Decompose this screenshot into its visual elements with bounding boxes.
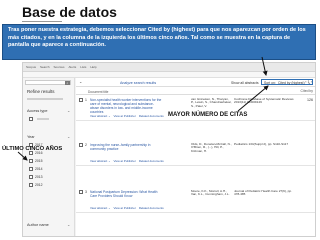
- view-abstract-link[interactable]: View abstract ⌄: [90, 159, 111, 163]
- nav-item[interactable]: Help: [90, 65, 96, 69]
- title-underline: [22, 21, 62, 22]
- year-label: 2015: [35, 159, 43, 163]
- pagination[interactable]: ‹ 1 ›: [305, 80, 312, 84]
- document-title-link[interactable]: Non-specialist health worker interventio…: [90, 98, 162, 114]
- year-option[interactable]: 2015: [29, 159, 43, 163]
- year-option[interactable]: 2014: [29, 167, 43, 171]
- year-option[interactable]: 2012: [29, 183, 43, 187]
- row-actions: View abstract ⌄ View at Publisher Relate…: [90, 159, 164, 163]
- source: Pediatrics 134(Suppl 2), pp. S110-S117: [234, 141, 289, 146]
- facet-access-type[interactable]: Access type: [27, 109, 47, 113]
- sort-label: Sort on:: [264, 80, 276, 85]
- select-all-dropdown[interactable]: ⌄: [79, 79, 82, 84]
- nav-item[interactable]: Lists: [80, 65, 86, 69]
- checkbox[interactable]: [29, 159, 33, 163]
- view-abstract-link[interactable]: View abstract ⌄: [90, 114, 111, 118]
- document-title-link[interactable]: National Postpartum Depression: What Hea…: [90, 190, 162, 198]
- checkbox[interactable]: [29, 175, 33, 179]
- authors[interactable]: Olds, D., Donelan-McCall, N., O'Brien, R…: [191, 142, 233, 155]
- document-title-link[interactable]: Improving the nurse–family partnership i…: [90, 143, 162, 151]
- view-abstract-link[interactable]: View abstract ⌄: [90, 206, 111, 210]
- facet-year[interactable]: Year: [27, 135, 35, 139]
- row-checkbox[interactable]: [79, 143, 83, 147]
- sort-value: Cited by (highest): [278, 80, 305, 85]
- year-option[interactable]: 2013: [29, 175, 43, 179]
- access-option[interactable]: [29, 117, 49, 121]
- related-documents-link[interactable]: Related documents: [139, 206, 164, 210]
- search-within-input[interactable]: ⌕: [25, 80, 71, 85]
- nav-item[interactable]: Alerts: [69, 65, 77, 69]
- chevron-down-icon[interactable]: ⌄: [67, 222, 70, 227]
- year-label: 2013: [35, 175, 43, 179]
- annotation-last-five-years: ÚLTIMO CINCO AÑOS: [2, 146, 63, 152]
- view-at-publisher-link[interactable]: View at Publisher: [114, 114, 136, 118]
- refine-buttons[interactable]: [27, 98, 63, 100]
- table-row: 3 National Postpartum Depression: What H…: [76, 188, 315, 213]
- nav-item[interactable]: Search: [40, 65, 50, 69]
- column-header: Document title Cited by: [76, 88, 315, 95]
- results-toolbar: ⌄ Analyze search results Show all abstra…: [76, 78, 315, 87]
- refine-label: Refine results: [27, 89, 55, 94]
- row-checkbox[interactable]: [79, 98, 83, 102]
- slide-title: Base de datos: [22, 4, 117, 20]
- authors[interactable]: Moore, K.K., Morrell, A.H., Van, K.L., C…: [191, 189, 233, 198]
- row-actions: View abstract ⌄ View at Publisher Relate…: [90, 114, 164, 118]
- row-checkbox[interactable]: [79, 190, 83, 194]
- document-title-column[interactable]: Document title: [88, 90, 108, 94]
- table-row: 2 Improving the nurse–family partnership…: [76, 141, 315, 166]
- row-actions: View abstract ⌄ View at Publisher Relate…: [90, 206, 164, 210]
- cited-count[interactable]: 126: [307, 98, 313, 102]
- scopus-screenshot: Scopus Search Sources Alerts Lists Help …: [22, 62, 316, 237]
- analyze-results-link[interactable]: Analyze search results: [120, 81, 156, 85]
- year-label: 2012: [35, 183, 43, 187]
- results-panel: ⌄ Analyze search results Show all abstra…: [76, 78, 315, 236]
- annotation-most-cited: MAYOR NÚMERO DE CITAS: [168, 112, 248, 118]
- checkbox[interactable]: [29, 167, 33, 171]
- refine-sidebar: ⌕ Refine results Access type ⌄ Year ⌄ 20…: [23, 78, 75, 236]
- related-documents-link[interactable]: Related documents: [139, 114, 164, 118]
- search-icon[interactable]: ⌕: [65, 81, 70, 85]
- checkbox[interactable]: [29, 183, 33, 187]
- year-label: 2014: [35, 167, 43, 171]
- instruction-callout: Tras poner nuestra estrategia, debemos s…: [2, 24, 316, 60]
- view-at-publisher-link[interactable]: View at Publisher: [114, 159, 136, 163]
- row-number: 2: [85, 142, 87, 147]
- source: Cochrane Database of Systematic Reviews …: [234, 96, 294, 105]
- chevron-down-icon[interactable]: ⌄: [67, 134, 70, 139]
- cited-by-column[interactable]: Cited by: [301, 89, 313, 93]
- checkbox[interactable]: [29, 117, 33, 121]
- view-at-publisher-link[interactable]: View at Publisher: [114, 206, 136, 210]
- authors[interactable]: van Ginneken, N., Tharyan, P., Lewin, S.…: [191, 97, 233, 110]
- nav-item[interactable]: Scopus: [26, 65, 36, 69]
- nav-item[interactable]: Sources: [54, 65, 65, 69]
- show-all-abstracts-link[interactable]: Show all abstracts: [231, 81, 259, 85]
- top-nav-bar: Scopus Search Sources Alerts Lists Help: [23, 63, 315, 72]
- option-label: [37, 118, 49, 120]
- chevron-down-icon[interactable]: ⌄: [67, 108, 70, 113]
- facet-author-name[interactable]: Author name: [27, 223, 49, 227]
- row-number: 1: [85, 97, 87, 102]
- row-number: 3: [85, 189, 87, 194]
- related-documents-link[interactable]: Related documents: [139, 159, 164, 163]
- source: Journal of Pediatric Health Care 27(6), …: [234, 188, 292, 197]
